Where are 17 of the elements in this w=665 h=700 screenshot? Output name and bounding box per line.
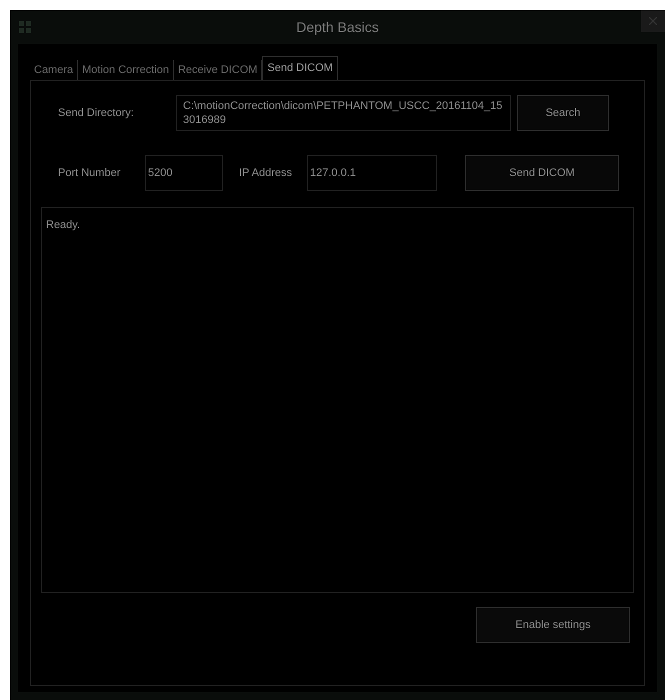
log-text: Ready. [46, 219, 80, 231]
app-icon [18, 20, 32, 34]
search-button[interactable]: Search [517, 95, 609, 131]
tab[interactable]: Motion Correction [78, 60, 174, 80]
directory-field[interactable]: C:\motionCorrection\dicom\PETPHANTOM_USCC_20161104_153016989 [176, 95, 511, 131]
tab[interactable]: Send DICOM [262, 56, 338, 80]
field-label: Port Number [57, 166, 122, 181]
field-label: IP Address [239, 166, 293, 181]
enable-settings-button[interactable]: Enable settings [476, 607, 630, 643]
send-button[interactable]: Send DICOM [465, 155, 619, 191]
port-field[interactable]: 5200 [145, 155, 223, 191]
close-icon [649, 17, 657, 25]
window-title: Depth Basics [296, 18, 379, 37]
close-button[interactable] [641, 10, 665, 32]
ip-field[interactable]: 127.0.0.1 [307, 155, 437, 191]
field-label: Send Directory: [57, 106, 135, 121]
tab[interactable]: Camera [30, 60, 78, 80]
